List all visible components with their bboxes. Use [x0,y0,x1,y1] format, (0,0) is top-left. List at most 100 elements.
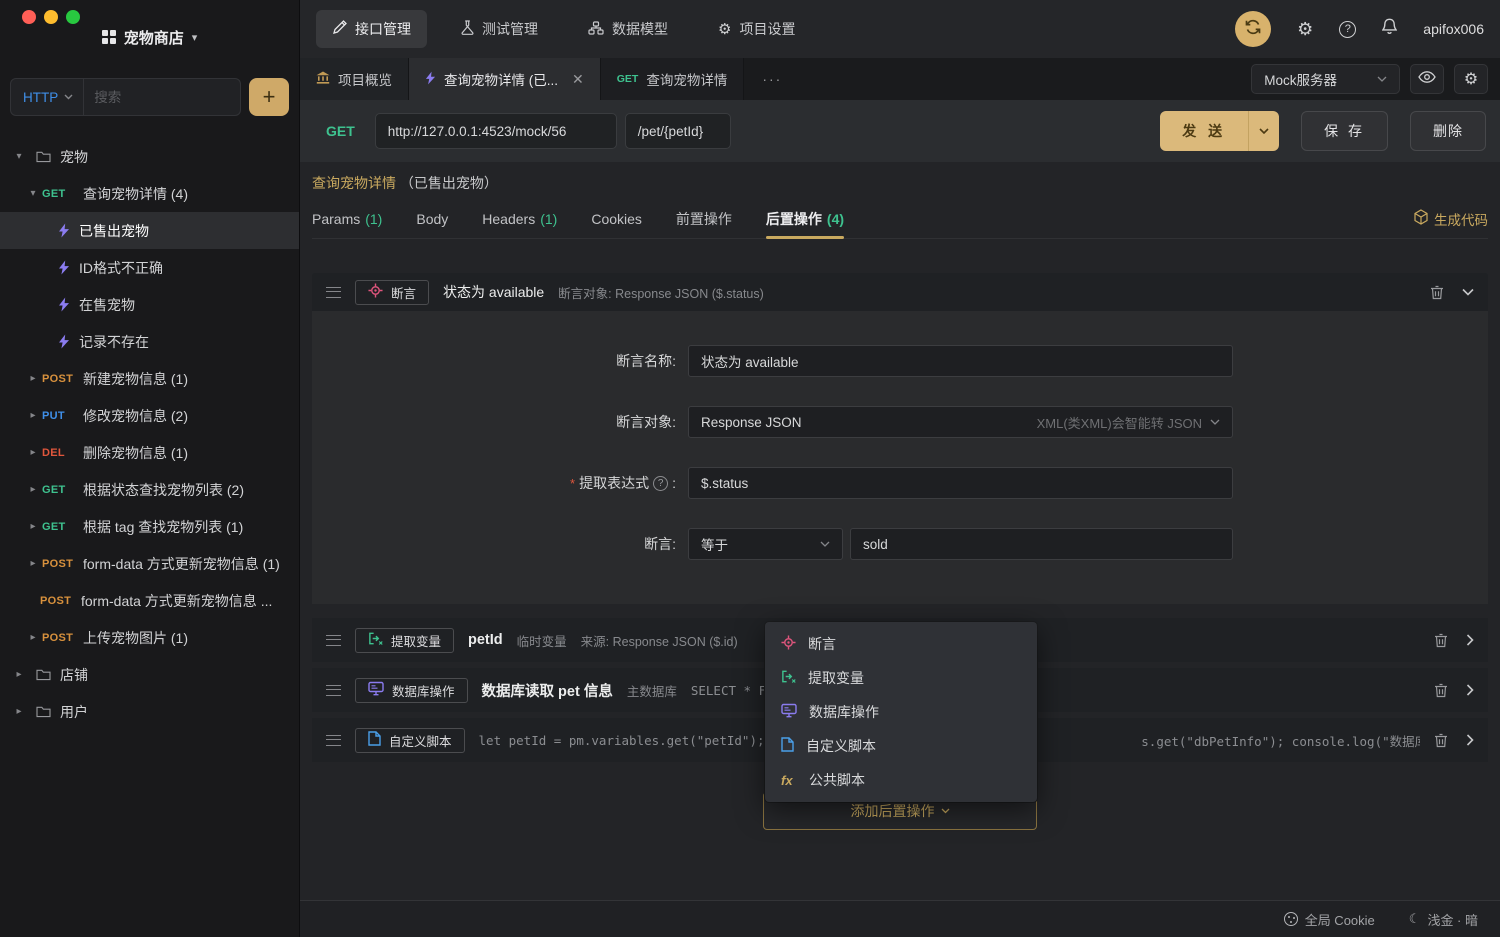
expand-step-icon[interactable] [1466,684,1474,696]
project-switcher[interactable]: 宠物商店 ▾ [0,0,299,60]
tab-get-pet-detail-case[interactable]: 查询宠物详情 (已... ✕ [409,58,601,100]
tree-request-put-edit-pet[interactable]: ▸ PUT 修改宠物信息 (2) [0,397,299,434]
tree-case-on-sale[interactable]: 在售宠物 [0,286,299,323]
expand-step-icon[interactable] [1466,634,1474,646]
path-field[interactable]: /pet/{petId} [625,113,731,149]
environment-select[interactable]: Mock服务器 [1251,64,1400,94]
settings-button[interactable]: ⚙ [1297,19,1313,40]
protocol-select[interactable]: HTTP [11,79,84,115]
caret-down-icon[interactable]: ▾ [26,188,40,199]
tree-request-del-pet[interactable]: ▸ DEL 删除宠物信息 (1) [0,434,299,471]
menu-item-public-script[interactable]: fx 公共脚本 [765,763,1037,797]
caret-right-icon[interactable]: ▸ [26,447,40,458]
assertion-tag[interactable]: 断言 [355,280,429,305]
send-button[interactable]: 发 送 [1160,111,1279,151]
assertion-name-input[interactable]: 状态为 available [688,345,1233,377]
drag-handle-icon[interactable] [326,735,341,746]
tree-request-get-by-tag[interactable]: ▸ GET 根据 tag 查找宠物列表 (1) [0,508,299,545]
more-tabs-button[interactable]: ··· [744,58,800,100]
notifications-button[interactable] [1382,18,1397,40]
drag-handle-icon[interactable] [326,287,341,298]
add-api-button[interactable]: + [249,78,289,116]
operator-value: 等于 [701,534,728,554]
preview-button[interactable] [1410,64,1444,94]
database-operation-tag[interactable]: 数据库操作 [355,678,468,703]
save-button[interactable]: 保 存 [1301,111,1388,151]
tree-folder-user[interactable]: ▸ 用户 [0,693,299,730]
expected-value-input[interactable]: sold [850,528,1233,560]
tab-project-overview[interactable]: 项目概览 [300,58,409,100]
close-icon[interactable]: ✕ [572,71,584,88]
tree-request-post-upload-image[interactable]: ▸ POST 上传宠物图片 (1) [0,619,299,656]
caret-right-icon[interactable]: ▸ [12,669,26,680]
expression-input[interactable]: $.status [688,467,1233,499]
tree-folder-store[interactable]: ▸ 店铺 [0,656,299,693]
tree-case-not-found[interactable]: 记录不存在 [0,323,299,360]
env-settings-button[interactable]: ⚙ [1454,64,1488,94]
operator-select[interactable]: 等于 [688,528,843,560]
theme-toggle[interactable]: ☾ 浅金 · 暗 [1409,910,1478,929]
caret-right-icon[interactable]: ▸ [26,632,40,643]
tree-request-post-new-pet[interactable]: ▸ POST 新建宠物信息 (1) [0,360,299,397]
assertion-step-header[interactable]: 断言 状态为 available 断言对象: Response JSON ($.… [312,273,1488,311]
minimize-window-button[interactable] [44,10,58,24]
delete-step-icon[interactable] [1434,683,1448,698]
tab-params[interactable]: Params (1) [312,199,382,238]
drag-handle-icon[interactable] [326,635,341,646]
tree-request-post-formdata-update[interactable]: ▸ POST form-data 方式更新宠物信息 (1) [0,545,299,582]
caret-down-icon[interactable]: ▾ [12,151,26,162]
help-circle-icon[interactable]: ? [653,476,668,491]
caret-right-icon[interactable]: ▸ [26,410,40,421]
nav-api-management[interactable]: 接口管理 [316,10,427,48]
caret-right-icon[interactable]: ▸ [26,521,40,532]
collapse-step-icon[interactable] [1462,288,1474,296]
tab-cookies[interactable]: Cookies [591,199,642,238]
base-url-field[interactable]: http://127.0.0.1:4523/mock/56 [375,113,617,149]
delete-step-icon[interactable] [1430,285,1444,300]
delete-step-icon[interactable] [1434,633,1448,648]
custom-script-tag[interactable]: 自定义脚本 [355,728,465,753]
tab-body[interactable]: Body [416,199,448,238]
tree-request-get-by-status[interactable]: ▸ GET 根据状态查找宠物列表 (2) [0,471,299,508]
sync-button[interactable] [1235,11,1271,47]
request-method[interactable]: GET [312,123,367,139]
nav-test-management[interactable]: 测试管理 [445,10,554,48]
generate-code-button[interactable]: 生成代码 [1414,209,1488,229]
tree-case-bad-id[interactable]: ID格式不正确 [0,249,299,286]
help-button[interactable]: ? [1339,21,1356,38]
caret-right-icon[interactable]: ▸ [26,373,40,384]
nav-data-model[interactable]: 数据模型 [572,10,684,48]
caret-right-icon[interactable]: ▸ [26,558,40,569]
chevron-down-icon [941,808,950,814]
username[interactable]: apifox006 [1423,21,1484,37]
caret-right-icon[interactable]: ▸ [26,484,40,495]
extract-variable-tag[interactable]: 提取变量 [355,628,454,653]
tree-request-get-pet-detail[interactable]: ▾ GET 查询宠物详情 (4) [0,175,299,212]
close-window-button[interactable] [22,10,36,24]
tab-post-operations[interactable]: 后置操作 (4) [766,199,844,238]
tree-folder-pets[interactable]: ▾ 宠物 [0,138,299,175]
tab-headers[interactable]: Headers (1) [482,199,557,238]
tree-request-post-formdata-update-2[interactable]: POST form-data 方式更新宠物信息 ... [0,582,299,619]
menu-item-assertion[interactable]: 断言 [765,627,1037,661]
drag-handle-icon[interactable] [326,685,341,696]
assertion-target-select[interactable]: Response JSON XML(类XML)会智能转 JSON [688,406,1233,438]
tree-case-sold-pet[interactable]: 已售出宠物 [0,212,299,249]
expand-step-icon[interactable] [1466,734,1474,746]
delete-step-icon[interactable] [1434,733,1448,748]
tab-get-pet-detail[interactable]: GET 查询宠物详情 [601,58,745,100]
global-cookie-button[interactable]: 全局 Cookie [1284,910,1375,929]
breadcrumb-case-name[interactable]: 查询宠物详情 [312,175,396,191]
tree-item-label: 查询宠物详情 (4) [83,184,188,204]
delete-button[interactable]: 删除 [1410,111,1486,151]
zoom-window-button[interactable] [66,10,80,24]
nav-project-settings[interactable]: ⚙ 项目设置 [702,10,811,48]
menu-item-extract-variable[interactable]: 提取变量 [765,661,1037,695]
search-input[interactable] [84,90,241,105]
menu-item-custom-script[interactable]: 自定义脚本 [765,729,1037,763]
nav-label: 接口管理 [355,19,411,39]
send-options-button[interactable] [1248,111,1279,151]
menu-item-database-operation[interactable]: 数据库操作 [765,695,1037,729]
caret-right-icon[interactable]: ▸ [12,706,26,717]
tab-pre-operations[interactable]: 前置操作 [676,199,732,238]
